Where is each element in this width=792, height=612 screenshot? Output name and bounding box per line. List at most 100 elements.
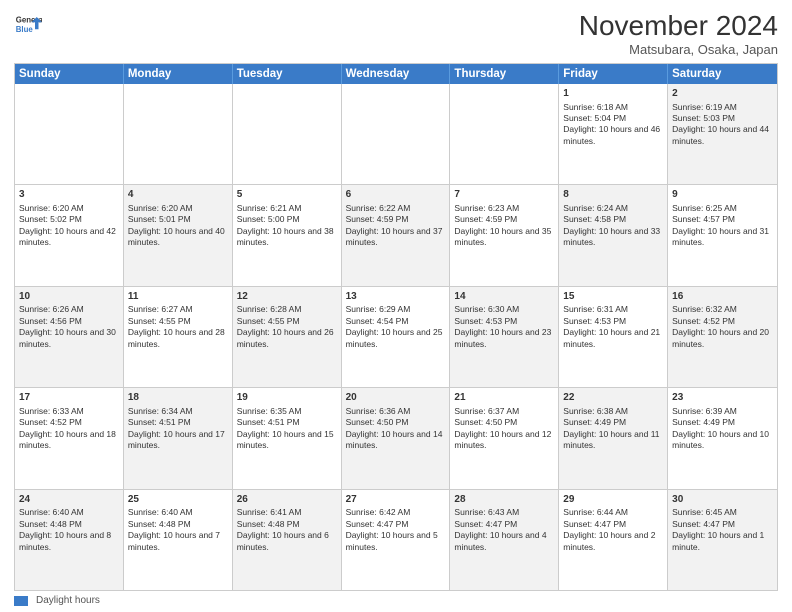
day-number: 20 (346, 391, 446, 405)
day-info: Sunrise: 6:35 AM Sunset: 4:51 PM Dayligh… (237, 406, 334, 450)
day-info: Sunrise: 6:39 AM Sunset: 4:49 PM Dayligh… (672, 406, 769, 450)
calendar-cell (342, 84, 451, 184)
day-info: Sunrise: 6:43 AM Sunset: 4:47 PM Dayligh… (454, 507, 546, 551)
day-number: 15 (563, 290, 663, 304)
location: Matsubara, Osaka, Japan (579, 42, 778, 57)
day-info: Sunrise: 6:18 AM Sunset: 5:04 PM Dayligh… (563, 102, 660, 146)
day-info: Sunrise: 6:25 AM Sunset: 4:57 PM Dayligh… (672, 203, 769, 247)
day-info: Sunrise: 6:42 AM Sunset: 4:47 PM Dayligh… (346, 507, 438, 551)
day-number: 9 (672, 188, 773, 202)
day-info: Sunrise: 6:45 AM Sunset: 4:47 PM Dayligh… (672, 507, 764, 551)
calendar-cell: 4Sunrise: 6:20 AM Sunset: 5:01 PM Daylig… (124, 185, 233, 285)
calendar-cell: 25Sunrise: 6:40 AM Sunset: 4:48 PM Dayli… (124, 490, 233, 590)
calendar-cell: 28Sunrise: 6:43 AM Sunset: 4:47 PM Dayli… (450, 490, 559, 590)
day-number: 17 (19, 391, 119, 405)
day-number: 16 (672, 290, 773, 304)
svg-text:Blue: Blue (16, 25, 34, 34)
calendar-cell: 19Sunrise: 6:35 AM Sunset: 4:51 PM Dayli… (233, 388, 342, 488)
calendar-cell: 15Sunrise: 6:31 AM Sunset: 4:53 PM Dayli… (559, 287, 668, 387)
title-block: November 2024 Matsubara, Osaka, Japan (579, 10, 778, 57)
calendar-cell: 3Sunrise: 6:20 AM Sunset: 5:02 PM Daylig… (15, 185, 124, 285)
calendar-cell (450, 84, 559, 184)
weekday-header: Friday (559, 64, 668, 84)
day-number: 4 (128, 188, 228, 202)
day-number: 14 (454, 290, 554, 304)
calendar-cell: 23Sunrise: 6:39 AM Sunset: 4:49 PM Dayli… (668, 388, 777, 488)
weekday-header: Sunday (15, 64, 124, 84)
calendar-cell: 16Sunrise: 6:32 AM Sunset: 4:52 PM Dayli… (668, 287, 777, 387)
day-number: 22 (563, 391, 663, 405)
calendar-row: 17Sunrise: 6:33 AM Sunset: 4:52 PM Dayli… (15, 387, 777, 488)
day-number: 26 (237, 493, 337, 507)
weekday-header: Saturday (668, 64, 777, 84)
day-info: Sunrise: 6:22 AM Sunset: 4:59 PM Dayligh… (346, 203, 443, 247)
calendar-cell: 29Sunrise: 6:44 AM Sunset: 4:47 PM Dayli… (559, 490, 668, 590)
day-number: 12 (237, 290, 337, 304)
day-number: 13 (346, 290, 446, 304)
day-number: 5 (237, 188, 337, 202)
logo-icon: General Blue (14, 10, 42, 38)
day-number: 8 (563, 188, 663, 202)
day-number: 3 (19, 188, 119, 202)
weekday-header: Thursday (450, 64, 559, 84)
day-info: Sunrise: 6:30 AM Sunset: 4:53 PM Dayligh… (454, 304, 551, 348)
calendar-cell: 10Sunrise: 6:26 AM Sunset: 4:56 PM Dayli… (15, 287, 124, 387)
weekday-header: Tuesday (233, 64, 342, 84)
calendar-cell: 26Sunrise: 6:41 AM Sunset: 4:48 PM Dayli… (233, 490, 342, 590)
calendar-cell: 13Sunrise: 6:29 AM Sunset: 4:54 PM Dayli… (342, 287, 451, 387)
legend-box (14, 596, 28, 606)
day-info: Sunrise: 6:40 AM Sunset: 4:48 PM Dayligh… (19, 507, 111, 551)
day-number: 7 (454, 188, 554, 202)
day-info: Sunrise: 6:34 AM Sunset: 4:51 PM Dayligh… (128, 406, 225, 450)
page: General Blue November 2024 Matsubara, Os… (0, 0, 792, 612)
day-info: Sunrise: 6:21 AM Sunset: 5:00 PM Dayligh… (237, 203, 334, 247)
calendar-header: SundayMondayTuesdayWednesdayThursdayFrid… (15, 64, 777, 84)
weekday-header: Monday (124, 64, 233, 84)
day-info: Sunrise: 6:44 AM Sunset: 4:47 PM Dayligh… (563, 507, 655, 551)
day-number: 19 (237, 391, 337, 405)
calendar-cell (124, 84, 233, 184)
calendar-body: 1Sunrise: 6:18 AM Sunset: 5:04 PM Daylig… (15, 84, 777, 590)
day-number: 28 (454, 493, 554, 507)
calendar-cell: 1Sunrise: 6:18 AM Sunset: 5:04 PM Daylig… (559, 84, 668, 184)
calendar-cell: 18Sunrise: 6:34 AM Sunset: 4:51 PM Dayli… (124, 388, 233, 488)
day-number: 23 (672, 391, 773, 405)
calendar-cell: 21Sunrise: 6:37 AM Sunset: 4:50 PM Dayli… (450, 388, 559, 488)
calendar-cell: 9Sunrise: 6:25 AM Sunset: 4:57 PM Daylig… (668, 185, 777, 285)
calendar-row: 24Sunrise: 6:40 AM Sunset: 4:48 PM Dayli… (15, 489, 777, 590)
day-number: 21 (454, 391, 554, 405)
day-info: Sunrise: 6:20 AM Sunset: 5:01 PM Dayligh… (128, 203, 225, 247)
day-number: 24 (19, 493, 119, 507)
calendar-row: 1Sunrise: 6:18 AM Sunset: 5:04 PM Daylig… (15, 84, 777, 184)
calendar-cell: 7Sunrise: 6:23 AM Sunset: 4:59 PM Daylig… (450, 185, 559, 285)
calendar-cell (15, 84, 124, 184)
calendar: SundayMondayTuesdayWednesdayThursdayFrid… (14, 63, 778, 591)
logo: General Blue (14, 10, 42, 38)
calendar-cell: 6Sunrise: 6:22 AM Sunset: 4:59 PM Daylig… (342, 185, 451, 285)
calendar-cell: 12Sunrise: 6:28 AM Sunset: 4:55 PM Dayli… (233, 287, 342, 387)
month-title: November 2024 (579, 10, 778, 42)
day-number: 10 (19, 290, 119, 304)
day-info: Sunrise: 6:28 AM Sunset: 4:55 PM Dayligh… (237, 304, 334, 348)
day-info: Sunrise: 6:26 AM Sunset: 4:56 PM Dayligh… (19, 304, 116, 348)
legend-label: Daylight hours (36, 595, 100, 606)
day-info: Sunrise: 6:29 AM Sunset: 4:54 PM Dayligh… (346, 304, 443, 348)
calendar-row: 10Sunrise: 6:26 AM Sunset: 4:56 PM Dayli… (15, 286, 777, 387)
day-number: 29 (563, 493, 663, 507)
day-number: 18 (128, 391, 228, 405)
day-number: 11 (128, 290, 228, 304)
calendar-cell: 5Sunrise: 6:21 AM Sunset: 5:00 PM Daylig… (233, 185, 342, 285)
day-info: Sunrise: 6:27 AM Sunset: 4:55 PM Dayligh… (128, 304, 225, 348)
calendar-cell: 17Sunrise: 6:33 AM Sunset: 4:52 PM Dayli… (15, 388, 124, 488)
day-info: Sunrise: 6:23 AM Sunset: 4:59 PM Dayligh… (454, 203, 551, 247)
day-info: Sunrise: 6:33 AM Sunset: 4:52 PM Dayligh… (19, 406, 116, 450)
calendar-cell: 2Sunrise: 6:19 AM Sunset: 5:03 PM Daylig… (668, 84, 777, 184)
day-number: 30 (672, 493, 773, 507)
header: General Blue November 2024 Matsubara, Os… (14, 10, 778, 57)
day-number: 27 (346, 493, 446, 507)
calendar-row: 3Sunrise: 6:20 AM Sunset: 5:02 PM Daylig… (15, 184, 777, 285)
calendar-cell: 11Sunrise: 6:27 AM Sunset: 4:55 PM Dayli… (124, 287, 233, 387)
calendar-cell: 20Sunrise: 6:36 AM Sunset: 4:50 PM Dayli… (342, 388, 451, 488)
calendar-cell: 14Sunrise: 6:30 AM Sunset: 4:53 PM Dayli… (450, 287, 559, 387)
day-info: Sunrise: 6:20 AM Sunset: 5:02 PM Dayligh… (19, 203, 116, 247)
